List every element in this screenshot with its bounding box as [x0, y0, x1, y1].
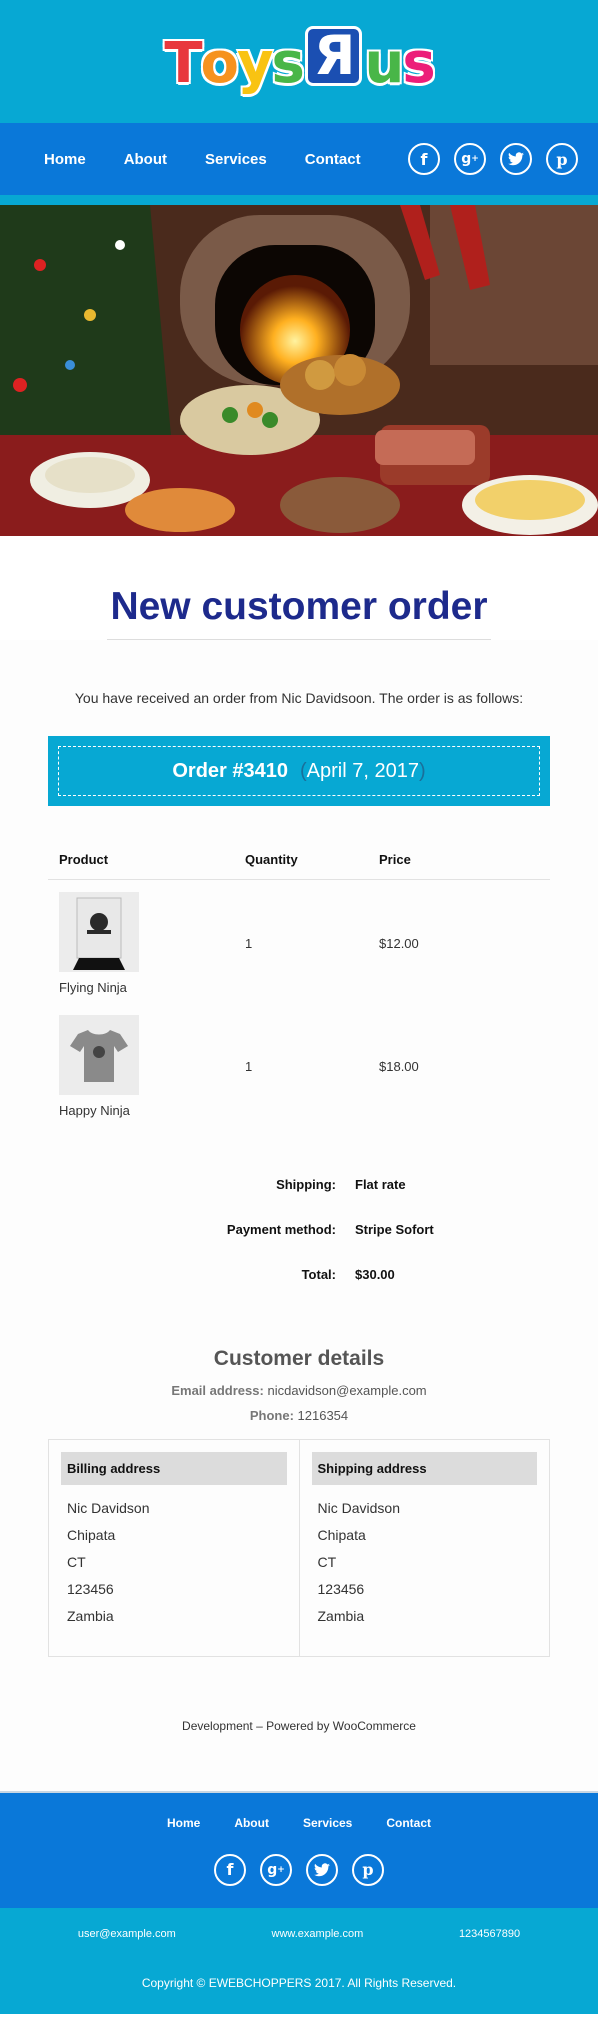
customer-phone-line: Phone: 1216354	[48, 1408, 550, 1423]
footer-contact-link[interactable]: Contact	[386, 1816, 431, 1830]
billing-address: Billing address Nic Davidson Chipata CT …	[49, 1440, 299, 1656]
shipping-address-heading: Shipping address	[311, 1452, 537, 1485]
order-date-value: April 7, 2017	[306, 759, 419, 782]
order-number[interactable]: Order #3410	[172, 760, 288, 783]
col-product-header: Product	[48, 840, 234, 880]
facebook-icon[interactable]: f	[408, 143, 440, 175]
address-line: Nic Davidson	[67, 1500, 150, 1516]
product-name: Happy Ninja	[59, 1103, 130, 1118]
footer-contact-row: user@example.com www.example.com 1234567…	[0, 1908, 598, 1940]
product-cell: Flying Ninja	[48, 880, 234, 1004]
twitter-icon[interactable]	[500, 143, 532, 175]
quantity-cell: 1	[245, 1059, 253, 1074]
footer-home-link[interactable]: Home	[167, 1816, 200, 1830]
totals-label: Shipping:	[276, 1177, 336, 1192]
col-quantity-header: Quantity	[234, 840, 368, 880]
order-totals: Shipping: Flat rate Payment method: Stri…	[48, 1162, 550, 1297]
nav-home-link[interactable]: Home	[44, 151, 86, 168]
footer-contact: user@example.com www.example.com 1234567…	[0, 1908, 598, 2014]
table-header-row: Product Quantity Price	[48, 840, 550, 880]
address-line: Nic Davidson	[317, 1500, 400, 1516]
totals-value: $30.00	[355, 1267, 395, 1282]
pinterest-icon[interactable]: p	[352, 1853, 384, 1886]
shipping-address: Shipping address Nic Davidson Chipata CT…	[298, 1440, 550, 1656]
footer-email[interactable]: user@example.com	[78, 1928, 176, 1940]
address-line: Chipata	[317, 1527, 366, 1543]
address-line: Zambia	[67, 1608, 114, 1624]
footer-social-icons: f g + p	[214, 1853, 384, 1886]
order-intro-text: You have received an order from Nic Davi…	[74, 690, 524, 706]
addresses-block: Billing address Nic Davidson Chipata CT …	[48, 1439, 550, 1657]
nav-links: Home About Services Contact	[44, 151, 361, 168]
header-logo-bar: ToysЯus	[0, 0, 598, 123]
customer-email-line: Email address: nicdavidson@example.com	[48, 1383, 550, 1398]
google-plus-icon[interactable]: g +	[260, 1853, 292, 1886]
customer-email[interactable]: nicdavidson@example.com	[267, 1383, 426, 1398]
facebook-icon[interactable]: f	[214, 1853, 246, 1886]
pinterest-icon[interactable]: p	[546, 143, 578, 175]
product-name: Flying Ninja	[59, 980, 127, 995]
twitter-icon[interactable]	[306, 1853, 338, 1886]
brand-logo[interactable]: ToysЯus	[164, 25, 436, 92]
product-thumbnail	[59, 892, 139, 972]
quantity-cell: 1	[245, 936, 253, 951]
order-date: (April 7, 2017)	[300, 759, 426, 782]
order-items-table: Product Quantity Price Flying Ninja 1 $1…	[48, 840, 550, 1126]
footer-nav: Home About Services Contact f g + p	[0, 1791, 598, 1908]
footer-about-link[interactable]: About	[234, 1816, 269, 1830]
footer-website[interactable]: www.example.com	[272, 1928, 364, 1940]
footer-services-link[interactable]: Services	[303, 1816, 352, 1830]
customer-details: Customer details Email address: nicdavid…	[48, 1347, 550, 1423]
product-thumbnail	[59, 1015, 139, 1095]
order-banner-inner: Order #3410 (April 7, 2017)	[58, 746, 540, 796]
address-line: Chipata	[67, 1527, 116, 1543]
customer-phone[interactable]: 1216354	[298, 1408, 349, 1423]
nav-contact-link[interactable]: Contact	[305, 151, 361, 168]
product-cell: Happy Ninja	[48, 1003, 234, 1126]
billing-address-heading: Billing address	[61, 1452, 287, 1485]
address-line: CT	[317, 1554, 337, 1570]
poster-icon	[73, 897, 125, 970]
phone-label: Phone:	[249, 1408, 294, 1423]
price-cell: $12.00	[379, 936, 419, 951]
google-plus-icon[interactable]: g +	[454, 143, 486, 175]
totals-label: Total:	[301, 1267, 336, 1282]
tshirt-icon	[70, 1030, 128, 1082]
order-banner: Order #3410 (April 7, 2017)	[48, 736, 550, 806]
totals-row-shipping: Shipping: Flat rate	[48, 1162, 550, 1207]
address-line: 123456	[317, 1581, 365, 1597]
totals-value: Flat rate	[355, 1177, 406, 1192]
table-row: Flying Ninja 1 $12.00	[48, 880, 550, 1004]
nav-about-link[interactable]: About	[124, 151, 167, 168]
powered-by-text: Development – Powered by WooCommerce	[182, 1719, 416, 1733]
address-line: Zambia	[317, 1608, 365, 1624]
nav-services-link[interactable]: Services	[205, 151, 267, 168]
price-cell: $18.00	[379, 1059, 419, 1074]
footer-links: Home About Services Contact	[167, 1816, 431, 1830]
copyright-text: Copyright © EWEBCHOPPERS 2017. All Right…	[141, 1976, 457, 1990]
hero-banner-image	[0, 205, 598, 536]
footer-phone[interactable]: 1234567890	[459, 1928, 520, 1940]
social-icons: f g + p	[408, 143, 578, 175]
customer-details-heading: Customer details	[213, 1347, 385, 1370]
address-line: CT	[67, 1554, 86, 1570]
holiday-dinner-illustration	[0, 205, 598, 536]
email-label: Email address:	[171, 1383, 264, 1398]
email-title: New customer order	[107, 585, 491, 640]
totals-row-payment: Payment method: Stripe Sofort	[48, 1207, 550, 1252]
address-line: 123456	[67, 1581, 114, 1597]
main-navbar: Home About Services Contact f g + p	[0, 123, 598, 205]
email-content: You have received an order from Nic Davi…	[0, 640, 598, 1791]
totals-row-total: Total: $30.00	[48, 1252, 550, 1297]
col-price-header: Price	[368, 840, 550, 880]
totals-label: Payment method:	[226, 1222, 336, 1237]
totals-value: Stripe Sofort	[355, 1222, 434, 1237]
email-title-section: New customer order	[0, 536, 598, 640]
table-row: Happy Ninja 1 $18.00	[48, 1003, 550, 1126]
